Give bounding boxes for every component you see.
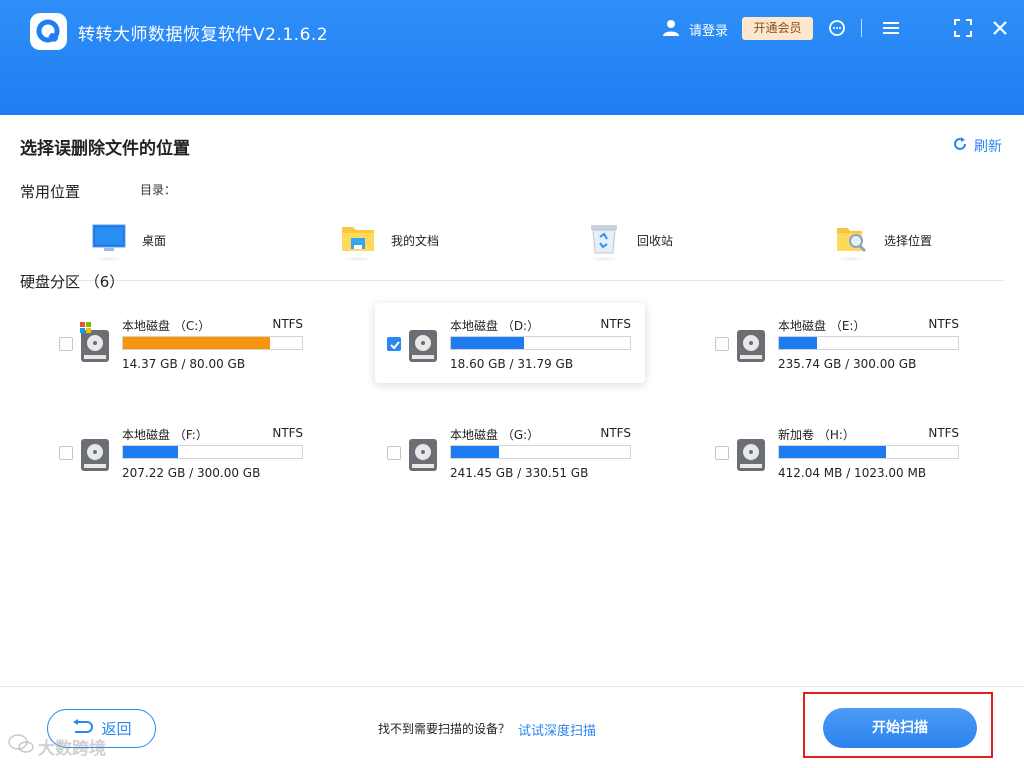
disk-usage-bar bbox=[778, 445, 959, 459]
disk-size: 241.45 GB / 330.51 GB bbox=[450, 466, 589, 480]
disk-size: 207.22 GB / 300.00 GB bbox=[122, 466, 261, 480]
directory-label: 目录： bbox=[140, 183, 177, 197]
disk-filesystem: NTFS bbox=[928, 317, 959, 331]
hard-drive-icon bbox=[408, 329, 438, 367]
user-icon[interactable] bbox=[662, 19, 680, 41]
login-link[interactable]: 请登录 bbox=[689, 20, 728, 39]
location-choose[interactable]: 选择位置 bbox=[834, 218, 932, 262]
disk-usage-fill bbox=[123, 337, 270, 349]
disk-partition[interactable]: 本地磁盘 （D:） NTFS 18.60 GB / 31.79 GB bbox=[375, 303, 645, 383]
disk-filesystem: NTFS bbox=[272, 317, 303, 331]
location-desktop[interactable]: 桌面 bbox=[92, 218, 166, 262]
disk-checkbox[interactable] bbox=[387, 337, 401, 351]
refresh-button[interactable]: 刷新 bbox=[952, 136, 1002, 156]
disk-checkbox[interactable] bbox=[715, 446, 729, 460]
disk-name: 新加卷 （H:） bbox=[778, 428, 855, 442]
menu-icon[interactable] bbox=[882, 19, 900, 41]
desktop-icon bbox=[92, 223, 126, 257]
location-label: 桌面 bbox=[142, 233, 167, 248]
disk-size: 18.60 GB / 31.79 GB bbox=[450, 357, 574, 371]
disk-name: 本地磁盘 （F:） bbox=[122, 428, 208, 442]
disk-partition[interactable]: 本地磁盘 （C:） NTFS 14.37 GB / 80.00 GB bbox=[50, 305, 320, 385]
documents-folder-icon bbox=[341, 223, 375, 257]
wechat-icon bbox=[8, 734, 34, 759]
disk-partition[interactable]: 本地磁盘 （F:） NTFS 207.22 GB / 300.00 GB bbox=[50, 414, 320, 494]
page-title: 选择误删除文件的位置 bbox=[20, 139, 190, 159]
disk-checkbox[interactable] bbox=[715, 337, 729, 351]
disk-filesystem: NTFS bbox=[600, 426, 631, 440]
disk-checkbox[interactable] bbox=[387, 446, 401, 460]
disk-usage-bar bbox=[778, 336, 959, 350]
location-label: 回收站 bbox=[637, 233, 674, 248]
app-title: 转转大师数据恢复软件V2.1.6.2 bbox=[78, 25, 329, 45]
section-divider bbox=[20, 280, 1004, 281]
hard-drive-icon bbox=[80, 438, 110, 476]
disk-partition[interactable]: 本地磁盘 （G:） NTFS 241.45 GB / 330.51 GB bbox=[378, 414, 648, 494]
disk-usage-fill bbox=[451, 337, 524, 349]
footer-divider bbox=[0, 686, 1024, 687]
disk-checkbox[interactable] bbox=[59, 446, 73, 460]
disk-usage-bar bbox=[450, 336, 631, 350]
support-icon[interactable] bbox=[828, 19, 846, 41]
disk-name: 本地磁盘 （C:） bbox=[122, 319, 211, 333]
watermark: 大数跨境 bbox=[8, 734, 106, 759]
refresh-label: 刷新 bbox=[974, 139, 1002, 155]
disk-checkbox[interactable] bbox=[59, 337, 73, 351]
disk-filesystem: NTFS bbox=[272, 426, 303, 440]
disk-partition[interactable]: 新加卷 （H:） NTFS 412.04 MB / 1023.00 MB bbox=[706, 414, 976, 494]
location-recycle-bin[interactable]: 回收站 bbox=[587, 218, 673, 262]
title-bar: 转转大师数据恢复软件V2.1.6.2 请登录 开通会员 bbox=[0, 0, 1024, 115]
maximize-icon[interactable] bbox=[954, 19, 972, 41]
check-icon bbox=[390, 341, 400, 350]
choose-location-icon bbox=[834, 222, 868, 258]
location-label: 我的文档 bbox=[391, 233, 440, 248]
disk-filesystem: NTFS bbox=[928, 426, 959, 440]
disk-size: 235.74 GB / 300.00 GB bbox=[778, 357, 917, 371]
disk-name: 本地磁盘 （D:） bbox=[450, 319, 540, 333]
disk-size: 14.37 GB / 80.00 GB bbox=[122, 357, 246, 371]
disk-partitions-label: 硬盘分区 （6） bbox=[20, 273, 125, 291]
disk-name: 本地磁盘 （G:） bbox=[450, 428, 540, 442]
refresh-icon bbox=[952, 136, 968, 156]
hard-drive-icon bbox=[736, 329, 766, 367]
disk-partition[interactable]: 本地磁盘 （E:） NTFS 235.74 GB / 300.00 GB bbox=[706, 305, 976, 385]
app-logo bbox=[30, 13, 67, 50]
no-device-text: 找不到需要扫描的设备？ bbox=[378, 722, 511, 736]
disk-usage-bar bbox=[122, 445, 303, 459]
disk-name: 本地磁盘 （E:） bbox=[778, 319, 866, 333]
recycle-bin-icon bbox=[587, 222, 621, 258]
location-documents[interactable]: 我的文档 bbox=[341, 218, 439, 262]
location-label: 选择位置 bbox=[884, 233, 933, 248]
deep-scan-link[interactable]: 试试深度扫描 bbox=[518, 720, 596, 739]
windows-icon bbox=[80, 319, 92, 338]
disk-size: 412.04 MB / 1023.00 MB bbox=[778, 466, 927, 480]
disk-usage-fill bbox=[779, 337, 817, 349]
disk-filesystem: NTFS bbox=[600, 317, 631, 331]
disk-usage-bar bbox=[122, 336, 303, 350]
hard-drive-icon bbox=[408, 438, 438, 476]
disk-usage-fill bbox=[451, 446, 499, 458]
disk-usage-fill bbox=[779, 446, 886, 458]
close-icon[interactable] bbox=[991, 19, 1009, 41]
watermark-text: 大数跨境 bbox=[38, 739, 106, 759]
header-separator bbox=[861, 19, 862, 37]
vip-button[interactable]: 开通会员 bbox=[742, 17, 813, 40]
start-scan-button[interactable]: 开始扫描 bbox=[823, 708, 977, 748]
common-locations-label: 常用位置 bbox=[20, 183, 81, 201]
hard-drive-icon bbox=[736, 438, 766, 476]
disk-usage-fill bbox=[123, 446, 178, 458]
disk-usage-bar bbox=[450, 445, 631, 459]
